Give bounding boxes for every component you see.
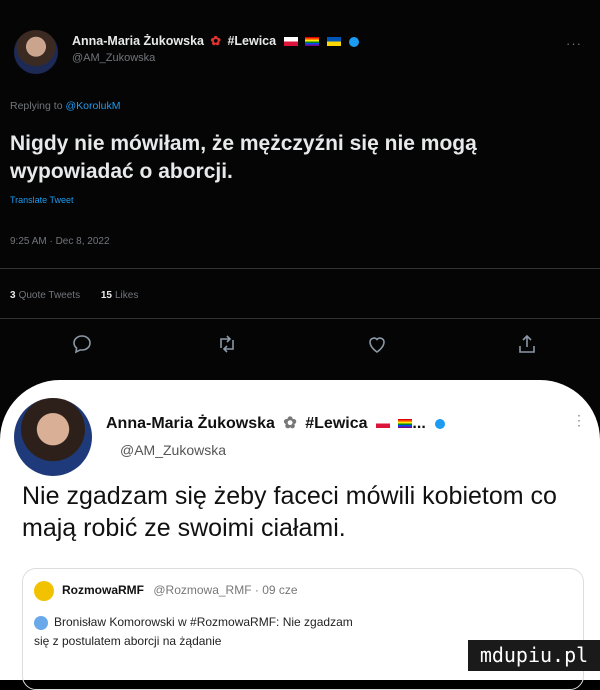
quoted-author-name: RozmowaRMF: [62, 583, 144, 597]
author-name-row[interactable]: Anna-Maria Żukowska ✿ #Lewica ...: [106, 413, 446, 433]
flag-rainbow-icon: [398, 419, 413, 429]
author-tag: #Lewica: [305, 415, 368, 432]
replying-prefix: Replying to: [10, 100, 63, 112]
quote-count[interactable]: 3: [10, 290, 16, 301]
quoted-author-meta: @Rozmowa_RMF · 09 cze: [153, 583, 298, 597]
retweet-icon[interactable]: [215, 332, 239, 356]
like-icon[interactable]: [365, 332, 389, 356]
author-handle: @AM_Zukowska: [120, 442, 227, 458]
author-tag: #Lewica: [227, 34, 277, 48]
blue-heart-icon: [349, 36, 360, 47]
quoted-author: RozmowaRMF @Rozmowa_RMF · 09 cze: [62, 583, 298, 597]
divider: [0, 268, 600, 269]
blue-heart-icon: [435, 418, 446, 429]
replying-to: Replying to @KorolukM: [10, 100, 120, 112]
likes-count[interactable]: 15: [101, 290, 112, 301]
rose-icon: ✿: [283, 415, 297, 432]
author-name[interactable]: Anna-Maria Żukowska: [106, 415, 275, 432]
author-avatar[interactable]: [14, 398, 92, 476]
author-handle: @AM_Zukowska: [72, 52, 156, 64]
tweet-stats: 3 Quote Tweets 15 Likes: [10, 290, 138, 301]
replying-mention[interactable]: @KorolukM: [65, 100, 120, 112]
flag-poland-icon: [283, 37, 298, 47]
flags-more: ...: [412, 415, 426, 432]
share-icon[interactable]: [515, 332, 539, 356]
likes-label[interactable]: Likes: [115, 290, 138, 301]
tweet-timestamp[interactable]: 9:25 AM · Dec 8, 2022: [10, 236, 110, 247]
more-options-icon[interactable]: ⋮: [572, 412, 586, 429]
divider: [0, 318, 600, 319]
author-name-row[interactable]: Anna-Maria Żukowska ✿ #Lewica: [72, 33, 360, 48]
rose-icon: ✿: [210, 34, 221, 48]
quoted-text-line1: Bronisław Komorowski w #RozmowaRMF: Nie …: [54, 615, 353, 629]
flag-rainbow-icon: [305, 37, 320, 47]
tweet-text: Nie zgadzam się żeby faceci mówili kobie…: [22, 482, 557, 542]
reply-icon[interactable]: [70, 332, 94, 356]
author-avatar[interactable]: [14, 30, 58, 74]
author-name[interactable]: Anna-Maria Żukowska: [72, 34, 204, 48]
tweet-text: Nigdy nie mówiłam, że mężczyźni się nie …: [10, 132, 477, 183]
translate-link[interactable]: Translate Tweet: [10, 195, 74, 205]
flag-ukraine-icon: [326, 37, 341, 47]
nested-avatar-icon: [34, 615, 48, 630]
quoted-author-avatar: [34, 581, 54, 601]
flag-poland-icon: [375, 419, 390, 429]
quote-label[interactable]: Quote Tweets: [19, 290, 81, 301]
action-bar: [0, 332, 600, 356]
watermark-logo: mdupiu.pl: [468, 640, 600, 671]
more-options-icon[interactable]: ···: [566, 36, 582, 51]
